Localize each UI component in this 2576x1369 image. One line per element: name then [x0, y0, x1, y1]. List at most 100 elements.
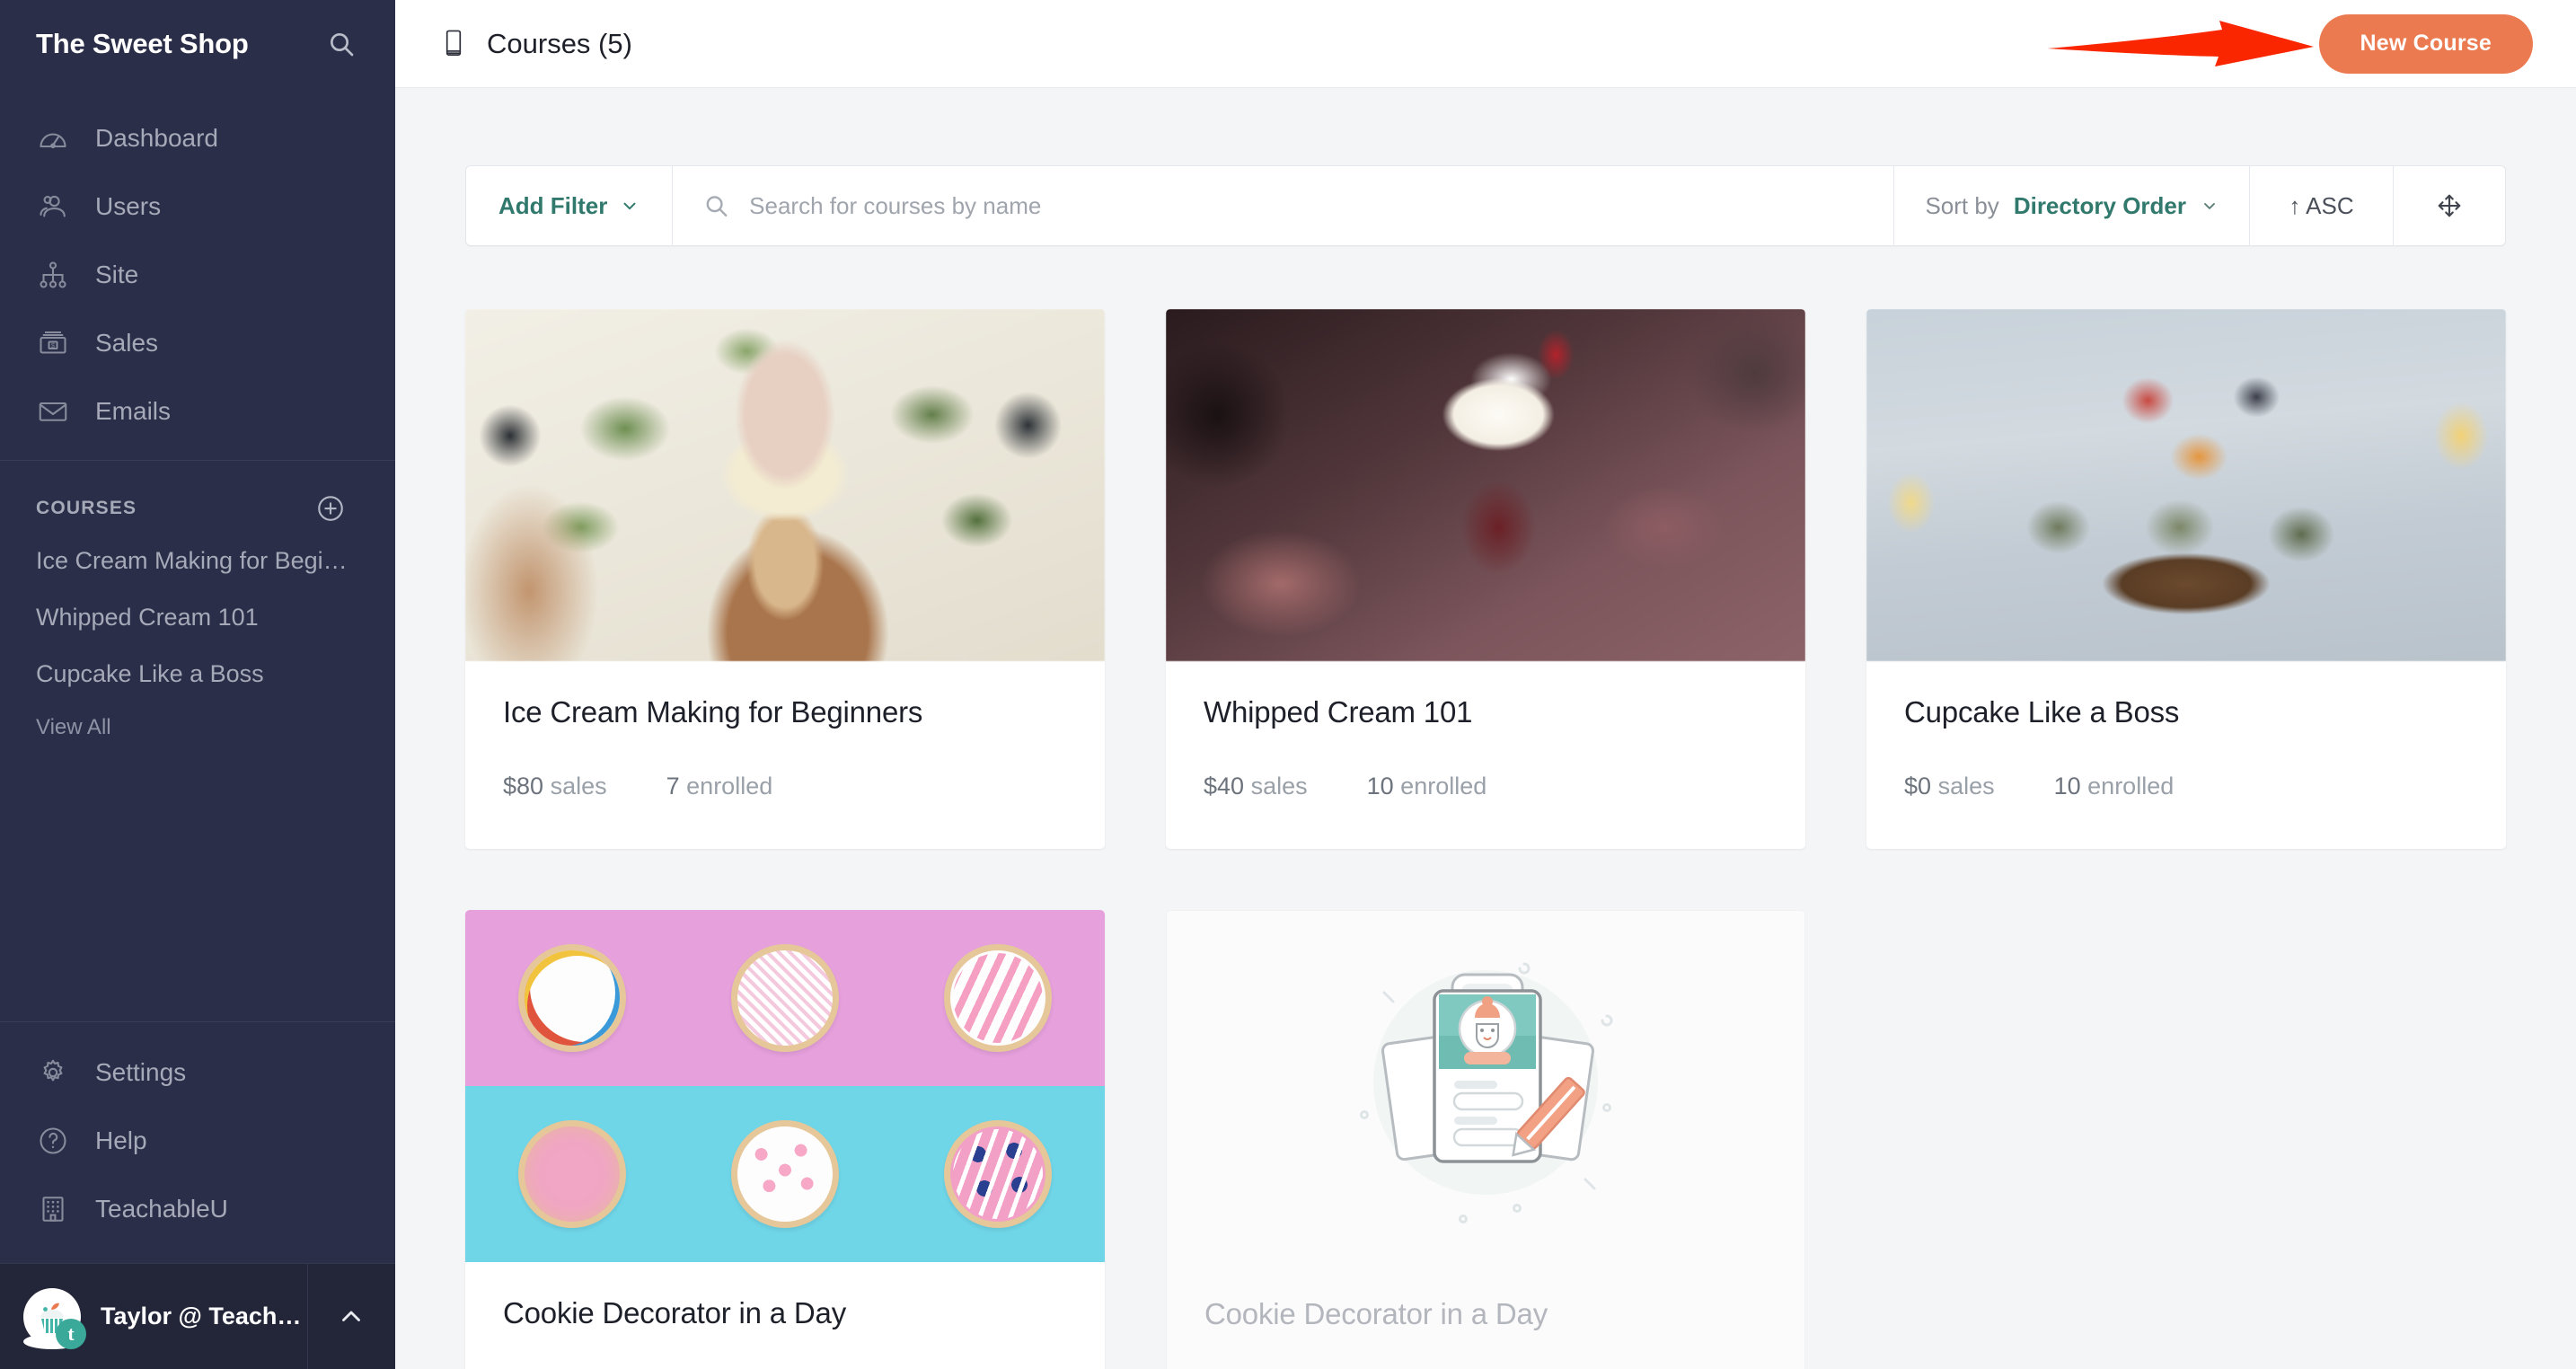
main-area: Courses (5) New Course Add Filter Search…: [395, 0, 2576, 1369]
course-sales-stat: $40 sales: [1204, 773, 1308, 800]
sidebar-header: The Sweet Shop: [0, 0, 395, 88]
sidebar-search-button[interactable]: [322, 24, 361, 64]
course-card-body: Cookie Decorator in a Day: [465, 1262, 1105, 1369]
add-course-button[interactable]: [313, 490, 348, 526]
course-thumbnail-placeholder: [1167, 911, 1804, 1263]
sidebar-item-site[interactable]: Site: [0, 241, 395, 309]
plus-circle-icon: [318, 496, 343, 521]
course-card-body: Whipped Cream 101 $40 sales 10 enrolled: [1166, 661, 1805, 849]
top-bar: Courses (5) New Course: [395, 0, 2576, 88]
brand-title: The Sweet Shop: [36, 28, 249, 59]
sidebar-collapse-button[interactable]: [306, 1263, 395, 1369]
course-enrolled-label: enrolled: [1400, 773, 1487, 799]
top-bar-actions: New Course: [2048, 13, 2533, 74]
sort-direction-button[interactable]: ↑ ASC: [2250, 166, 2394, 245]
course-enrolled-value: 7: [666, 773, 680, 799]
course-enrolled-stat: 10 enrolled: [2054, 773, 2175, 800]
sidebar-user-footer: t Taylor @ Teachabl…: [0, 1263, 395, 1369]
course-thumbnail: [1866, 309, 2506, 661]
course-card[interactable]: Ice Cream Making for Beginners $80 sales…: [465, 309, 1105, 849]
chevron-down-icon: [2204, 203, 2215, 209]
course-enrolled-stat: 7 enrolled: [666, 773, 773, 800]
content-area: Add Filter Sort by Directory Order: [395, 88, 2576, 1369]
building-icon: [36, 1192, 70, 1226]
sidebar-main-nav: Dashboard Users Site $ Sales Emails: [0, 88, 395, 446]
sales-money-icon: $: [36, 326, 70, 360]
add-filter-button[interactable]: Add Filter: [466, 166, 674, 245]
sidebar-item-teachableu[interactable]: TeachableU: [0, 1175, 395, 1243]
sidebar-item-sales[interactable]: $ Sales: [0, 309, 395, 377]
cookie-sprinkles: [517, 944, 626, 1052]
book-icon: [446, 30, 462, 56]
sidebar-view-all-link[interactable]: View All: [0, 702, 395, 749]
sidebar-course-link[interactable]: Cupcake Like a Boss: [0, 646, 395, 702]
gear-icon: [36, 1055, 70, 1090]
sidebar-item-label: Sales: [95, 329, 159, 357]
sidebar: The Sweet Shop Dashboard Users Site $ Sa…: [0, 0, 395, 1369]
search-icon: [706, 196, 728, 217]
course-card-body: Cookie Decorator in a Day: [1167, 1263, 1804, 1369]
course-sales-label: sales: [1937, 773, 1995, 799]
arrow-icon: [2048, 21, 2314, 66]
red-arrow-annotation: [2046, 20, 2316, 76]
course-thumbnail: [1166, 309, 1805, 661]
courses-toolbar: Add Filter Sort by Directory Order: [465, 165, 2506, 246]
add-filter-label: Add Filter: [498, 191, 608, 219]
chevron-up-icon: [342, 1311, 361, 1321]
course-sales-value: $80: [503, 773, 544, 799]
sidebar-course-link[interactable]: Whipped Cream 101: [0, 589, 395, 646]
sidebar-item-emails[interactable]: Emails: [0, 377, 395, 446]
course-card[interactable]: Cupcake Like a Boss $0 sales 10 enrolled: [1866, 309, 2506, 849]
sort-by-label: Sort by: [1925, 191, 1999, 219]
course-thumbnail: [465, 309, 1105, 661]
sidebar-courses-section: COURSES Ice Cream Making for Beginn… Whi…: [0, 461, 395, 749]
course-sales-label: sales: [550, 773, 607, 799]
course-enrolled-label: enrolled: [686, 773, 773, 799]
course-card-placeholder[interactable]: Cookie Decorator in a Day: [1166, 910, 1805, 1369]
cookie-blue-dots: [944, 1120, 1053, 1228]
sidebar-item-users[interactable]: Users: [0, 172, 395, 241]
courses-grid: Ice Cream Making for Beginners $80 sales…: [465, 309, 2506, 1369]
page-title-text: Courses (5): [487, 27, 632, 59]
sidebar-item-label: Users: [95, 192, 162, 220]
course-card-body: Ice Cream Making for Beginners $80 sales…: [465, 661, 1105, 849]
course-title: Cookie Decorator in a Day: [503, 1296, 847, 1329]
course-card[interactable]: Cookie Decorator in a Day: [465, 910, 1105, 1369]
sidebar-item-dashboard[interactable]: Dashboard: [0, 104, 395, 172]
course-placeholder-illustration: [1167, 911, 1804, 1263]
new-course-button[interactable]: New Course: [2318, 13, 2533, 74]
course-sales-label: sales: [1250, 773, 1308, 799]
search-field-wrapper[interactable]: [673, 166, 1895, 245]
sidebar-item-help[interactable]: Help: [0, 1107, 395, 1175]
cookie-coconut: [730, 944, 839, 1052]
course-sales-stat: $0 sales: [1904, 773, 1995, 800]
dashboard-gauge-icon: [36, 121, 70, 155]
page-title: Courses (5): [440, 28, 632, 60]
course-thumbnail: [465, 910, 1105, 1262]
course-stats: $40 sales 10 enrolled: [1204, 773, 1768, 800]
search-input[interactable]: [749, 191, 1864, 220]
sidebar-bottom-nav: Settings Help TeachableU: [0, 1022, 395, 1263]
sidebar-item-settings[interactable]: Settings: [0, 1038, 395, 1107]
sidebar-courses-title: COURSES: [36, 498, 137, 518]
question-circle-icon: [36, 1124, 70, 1158]
app-root: The Sweet Shop Dashboard Users Site $ Sa…: [0, 0, 2576, 1369]
course-stats: $80 sales 7 enrolled: [503, 773, 1067, 800]
avatar: t: [23, 1287, 86, 1349]
course-enrolled-stat: 10 enrolled: [1367, 773, 1487, 800]
teachable-badge: t: [56, 1318, 86, 1349]
course-title: Ice Cream Making for Beginners: [503, 695, 923, 729]
sidebar-item-label: Settings: [95, 1058, 187, 1086]
search-icon: [331, 33, 354, 57]
sort-by-control[interactable]: Sort by Directory Order: [1894, 166, 2250, 245]
course-card[interactable]: Whipped Cream 101 $40 sales 10 enrolled: [1166, 309, 1805, 849]
reorder-button[interactable]: [2394, 166, 2505, 245]
user-menu-button[interactable]: t Taylor @ Teachabl…: [0, 1287, 307, 1349]
course-card-body: Cupcake Like a Boss $0 sales 10 enrolled: [1866, 661, 2506, 849]
move-arrows-icon: [2438, 194, 2461, 217]
user-name: Taylor @ Teachabl…: [101, 1303, 307, 1329]
sidebar-item-label: Dashboard: [95, 124, 218, 152]
course-title: Cookie Decorator in a Day: [1204, 1297, 1548, 1330]
course-title: Cupcake Like a Boss: [1904, 695, 2180, 729]
sidebar-course-link[interactable]: Ice Cream Making for Beginn…: [0, 533, 395, 589]
